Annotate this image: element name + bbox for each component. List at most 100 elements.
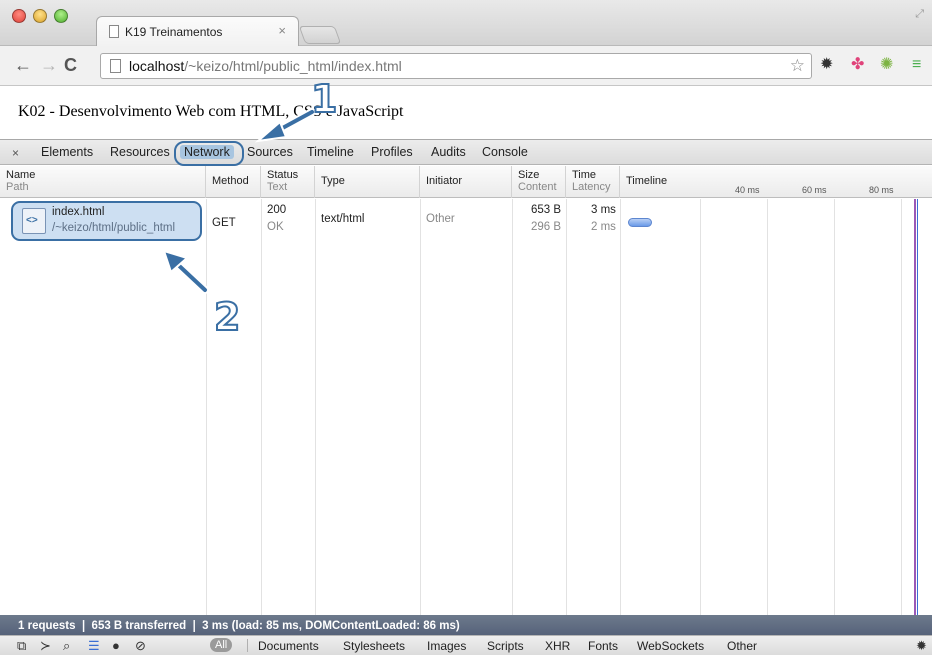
fullscreen-icon[interactable]: ⤢ <box>915 8 924 21</box>
column-content-label: Content <box>518 181 557 193</box>
column-size-label: Size <box>518 169 540 181</box>
request-timeline-bar[interactable] <box>628 218 652 227</box>
console-drawer-icon[interactable]: ≻ <box>40 637 51 654</box>
filter-xhr[interactable]: XHR <box>545 639 570 653</box>
window-titlebar: K19 Treinamentos × ⤢ <box>0 0 932 46</box>
column-divider <box>315 199 316 615</box>
tab-close-icon[interactable]: × <box>278 23 286 38</box>
zoom-window-button[interactable] <box>54 9 68 23</box>
column-method-label: Method <box>212 175 249 187</box>
column-status-label: Status <box>267 169 299 181</box>
back-button[interactable]: ← <box>14 55 32 75</box>
filter-scripts[interactable]: Scripts <box>487 639 524 653</box>
browser-tab[interactable]: K19 Treinamentos × <box>96 16 299 46</box>
request-latency: 2 ms <box>591 221 616 233</box>
request-content-size: 296 B <box>531 221 562 233</box>
timeline-gridline <box>700 199 701 615</box>
column-initiator-label: Initiator <box>426 175 463 187</box>
minimize-window-button[interactable] <box>33 9 47 23</box>
column-divider <box>566 199 567 615</box>
browser-toolbar: ← → C localhost/~keizo/html/public_html/… <box>0 46 932 86</box>
request-initiator: Other <box>426 213 455 225</box>
devtools-bottom-bar: ⧉ ≻ ⌕ ☰ ● ⊘ All Documents Stylesheets Im… <box>0 635 932 655</box>
gear-icon[interactable]: ✹ <box>820 56 833 74</box>
search-icon[interactable]: ⌕ <box>63 637 70 654</box>
column-latency-label: Latency <box>572 181 611 193</box>
column-time-label: Time <box>572 169 597 181</box>
request-status: 200 <box>267 204 287 216</box>
request-status-text: OK <box>267 221 284 233</box>
load-event-line <box>914 199 916 615</box>
devtools-close-icon[interactable]: × <box>12 146 19 160</box>
tab-sources[interactable]: Sources <box>247 145 293 159</box>
column-divider <box>512 199 513 615</box>
filter-websockets[interactable]: WebSockets <box>637 639 704 653</box>
request-method: GET <box>212 217 236 229</box>
clear-icon[interactable]: ⊘ <box>135 637 146 654</box>
tab-elements[interactable]: Elements <box>41 145 93 159</box>
url-path: /~keizo/html/public_html/index.html <box>184 58 402 74</box>
timeline-gridline <box>767 199 768 615</box>
column-type-header[interactable]: Type <box>315 166 420 198</box>
filter-all[interactable]: All <box>210 638 233 652</box>
filter-images[interactable]: Images <box>427 639 466 653</box>
column-status-header[interactable]: Status Text <box>261 166 315 198</box>
record-icon[interactable]: ● <box>112 637 120 654</box>
filter-stylesheets[interactable]: Stylesheets <box>343 639 405 653</box>
column-method-header[interactable]: Method <box>206 166 261 198</box>
close-window-button[interactable] <box>12 9 26 23</box>
table-row[interactable]: <> index.html /~keizo/html/public_html G… <box>0 199 932 243</box>
domcontentloaded-line <box>917 199 918 615</box>
column-timeline-label: Timeline <box>626 175 668 187</box>
filter-documents[interactable]: Documents <box>258 639 319 653</box>
filter-other[interactable]: Other <box>727 639 757 653</box>
tab-audits[interactable]: Audits <box>431 145 466 159</box>
tab-timeline[interactable]: Timeline <box>307 145 354 159</box>
column-name-header[interactable]: Name Path <box>0 166 206 198</box>
address-bar[interactable]: localhost/~keizo/html/public_html/index.… <box>100 53 812 79</box>
column-divider <box>420 199 421 615</box>
tab-profiles[interactable]: Profiles <box>371 145 413 159</box>
tab-resources[interactable]: Resources <box>110 145 170 159</box>
url-text[interactable]: localhost/~keizo/html/public_html/index.… <box>129 58 402 74</box>
menu-icon[interactable]: ≡ <box>912 56 921 74</box>
request-name: index.html <box>52 206 105 218</box>
column-path-label: Path <box>6 181 29 193</box>
timeline-gridline <box>834 199 835 615</box>
timeline-tick: 80 ms <box>869 185 894 195</box>
url-host: localhost <box>129 58 185 74</box>
reload-button[interactable]: C <box>64 55 77 75</box>
bookmark-star-icon[interactable]: ☆ <box>790 56 805 76</box>
request-name-cell[interactable]: <> index.html /~keizo/html/public_html <box>11 201 202 241</box>
column-size-header[interactable]: Size Content <box>512 166 566 198</box>
network-grid-body: <> index.html /~keizo/html/public_html G… <box>0 199 932 615</box>
annotation-number-2: 2 <box>213 295 241 339</box>
column-divider <box>620 199 621 615</box>
network-summary-bar: 1 requests ❘ 653 B transferred ❘ 3 ms (l… <box>0 615 932 635</box>
request-size: 653 B <box>531 204 562 216</box>
color-wheel-icon[interactable]: ✤ <box>851 56 864 74</box>
request-path: /~keizo/html/public_html <box>52 222 176 234</box>
tab-console[interactable]: Console <box>482 145 528 159</box>
tab-network[interactable]: Network <box>180 145 234 159</box>
settings-gear-icon[interactable]: ✹ <box>916 637 927 654</box>
tab-title: K19 Treinamentos <box>125 25 223 39</box>
column-time-header[interactable]: Time Latency <box>566 166 620 198</box>
column-initiator-header[interactable]: Initiator <box>420 166 512 198</box>
dock-icon[interactable]: ⧉ <box>17 637 26 654</box>
timeline-tick: 60 ms <box>802 185 827 195</box>
divider <box>247 639 248 652</box>
list-view-icon[interactable]: ☰ <box>88 637 100 654</box>
column-type-label: Type <box>321 175 345 187</box>
network-grid-header: Name Path Method Status Text Type Initia… <box>0 166 932 198</box>
new-tab-button[interactable] <box>298 26 342 44</box>
column-divider <box>206 199 207 615</box>
android-icon[interactable]: ✺ <box>880 56 893 74</box>
request-type: text/html <box>321 213 365 225</box>
forward-button[interactable]: → <box>40 55 58 75</box>
column-divider <box>261 199 262 615</box>
devtools-tab-bar: × Elements Resources Network Sources Tim… <box>0 139 932 165</box>
filter-fonts[interactable]: Fonts <box>588 639 618 653</box>
html-file-icon: <> <box>22 208 46 234</box>
annotation-number-1: 1 <box>310 77 338 121</box>
